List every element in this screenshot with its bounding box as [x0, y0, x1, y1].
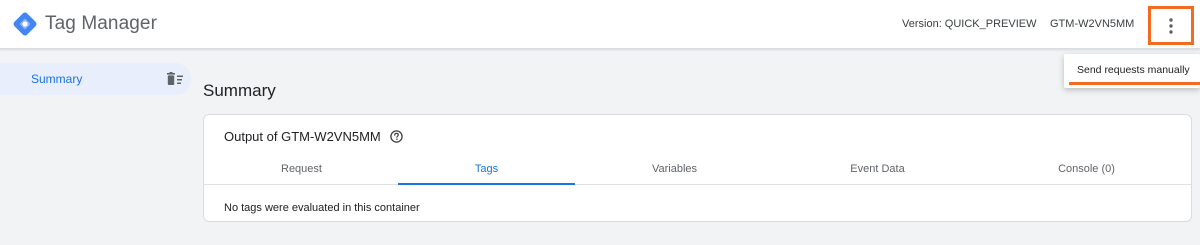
tag-manager-logo-icon — [13, 12, 37, 36]
help-icon[interactable] — [390, 130, 403, 143]
page-title: Summary — [203, 81, 276, 100]
top-app-bar: Tag Manager Version: QUICK_PREVIEW GTM-W… — [0, 0, 1200, 49]
output-tabs: Request Tags Variables Event Data Consol… — [204, 154, 1191, 185]
tab-tags[interactable]: Tags — [398, 154, 575, 185]
tab-request[interactable]: Request — [213, 154, 390, 185]
version-label: Version: QUICK_PREVIEW — [902, 18, 1037, 30]
container-id-label: GTM-W2VN5MM — [1050, 18, 1135, 30]
sidebar-item-summary[interactable]: Summary — [0, 63, 191, 95]
highlight-underline — [1069, 82, 1200, 85]
output-card: Output of GTM-W2VN5MM Request Tags Varia… — [203, 114, 1192, 222]
menu-item-send-requests[interactable]: Send requests manually — [1064, 54, 1200, 82]
empty-state-message: No tags were evaluated in this container — [224, 202, 420, 214]
app-title: Tag Manager — [45, 13, 158, 34]
overflow-menu: Send requests manually — [1064, 54, 1200, 88]
more-vert-icon — [1169, 17, 1173, 34]
menu-item-label: Send requests manually — [1077, 64, 1190, 76]
tab-console[interactable]: Console (0) — [998, 154, 1175, 185]
tab-event-data[interactable]: Event Data — [789, 154, 966, 185]
card-title: Output of GTM-W2VN5MM — [224, 129, 381, 144]
delete-sweep-icon[interactable] — [166, 72, 184, 86]
more-options-button[interactable] — [1148, 6, 1194, 45]
tab-variables[interactable]: Variables — [586, 154, 763, 185]
sidebar-item-label: Summary — [31, 72, 83, 86]
